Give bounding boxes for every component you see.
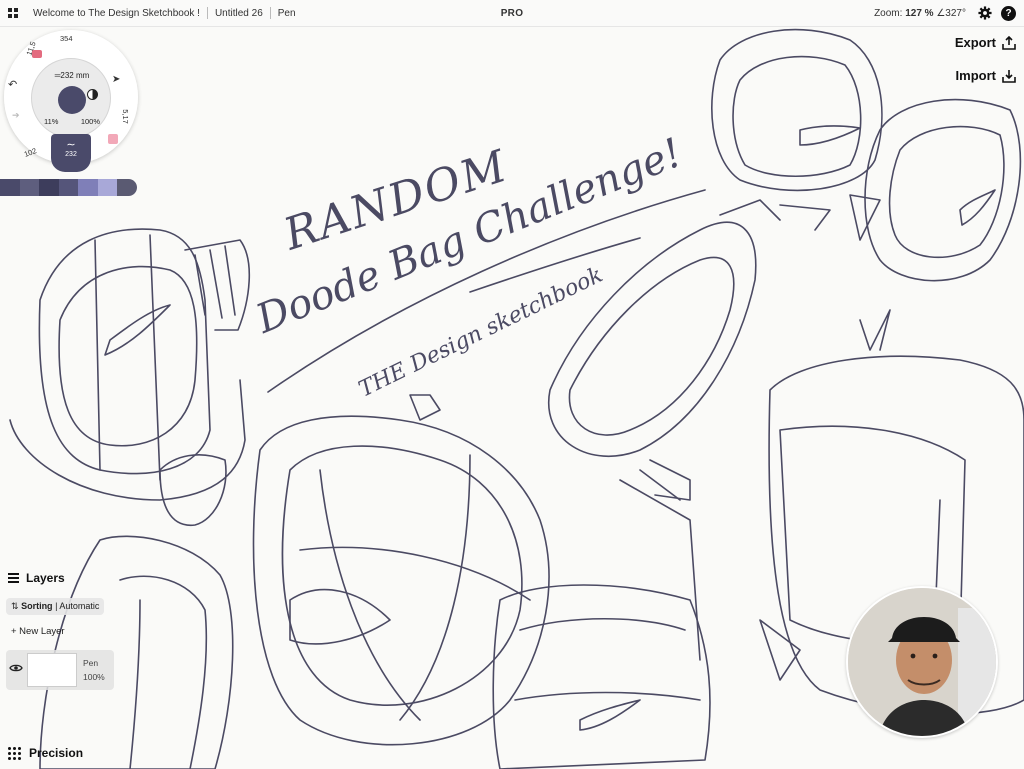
sorting-label: Sorting <box>21 601 53 611</box>
sorting-value: Automatic <box>59 601 100 611</box>
eraser-icon[interactable] <box>108 134 118 144</box>
layer-opacity: 100% <box>83 672 105 682</box>
precision-button[interactable]: Precision <box>8 746 83 760</box>
webcam-overlay <box>846 586 998 738</box>
grid-icon[interactable] <box>0 0 26 27</box>
new-layer-button[interactable]: + New Layer <box>11 626 65 637</box>
precision-label: Precision <box>29 746 84 760</box>
swatch[interactable] <box>78 179 98 196</box>
swatch[interactable] <box>97 179 118 196</box>
gear-icon[interactable] <box>978 6 992 20</box>
help-icon[interactable]: ? <box>1001 6 1016 21</box>
zoom-label: Zoom: <box>874 7 903 19</box>
brush-smoothing-value[interactable]: 100% <box>81 117 100 126</box>
export-icon <box>1002 35 1016 50</box>
layers-header[interactable]: Layers <box>8 571 65 585</box>
pro-badge[interactable]: PRO <box>501 8 524 19</box>
zoom-indicator[interactable]: Zoom: 127 % ∠327° <box>874 8 966 19</box>
active-brush-tab[interactable]: ∼ 232 <box>51 134 91 172</box>
import-icon <box>1002 69 1016 83</box>
contrast-icon[interactable] <box>87 89 98 100</box>
layer-item[interactable]: Pen 100% <box>6 650 114 690</box>
breadcrumb-gallery[interactable]: Welcome to The Design Sketchbook ! <box>26 8 207 19</box>
active-brush-value: 232 <box>65 151 77 158</box>
pen-stroke-icon: ∼ <box>66 139 76 151</box>
import-label: Import <box>955 68 996 83</box>
brush-color-dot[interactable] <box>58 86 86 114</box>
swatch[interactable] <box>0 179 20 196</box>
brush-opacity-value[interactable]: 11% <box>44 117 58 126</box>
dots-grid-icon <box>8 746 21 760</box>
color-swatches[interactable] <box>0 179 137 196</box>
layer-name: Pen <box>83 658 99 668</box>
swatch[interactable] <box>117 179 137 196</box>
undo-icon[interactable]: ↶ <box>8 78 17 91</box>
import-button[interactable]: Import <box>956 68 1016 83</box>
layer-sorting-toggle[interactable]: ⇅ Sorting | Automatic <box>6 598 105 615</box>
export-label: Export <box>954 35 996 50</box>
selection-cursor-icon[interactable]: ➤ <box>112 74 120 85</box>
brush-settings-center[interactable]: ═232 mm 11% 100% <box>31 58 111 138</box>
swatch[interactable] <box>19 179 40 196</box>
layers-title: Layers <box>26 571 65 585</box>
wheel-top-value[interactable]: 354 <box>60 34 73 43</box>
export-button[interactable]: Export <box>955 35 1016 50</box>
menu-icon <box>8 573 19 583</box>
wheel-right-value[interactable]: 5,17 <box>121 109 130 124</box>
top-bar: Welcome to The Design Sketchbook ! Untit… <box>0 0 1024 27</box>
rotation-value: ∠327° <box>936 7 966 19</box>
swatch[interactable] <box>58 179 79 196</box>
redo-icon[interactable]: ➔ <box>12 110 20 121</box>
tool-wheel[interactable]: 354 11,5 5,17 102 ↶ ➔ ➤ ═232 mm 11% 100%… <box>4 30 138 172</box>
eye-icon[interactable] <box>9 663 23 673</box>
layer-thumbnail[interactable] <box>27 653 77 687</box>
zoom-value: 127 % <box>905 7 934 19</box>
person-avatar <box>848 588 996 736</box>
breadcrumb-drawing[interactable]: Untitled 26 <box>208 8 270 19</box>
sort-icon: ⇅ <box>11 601 19 611</box>
breadcrumb-tool[interactable]: Pen <box>271 8 303 19</box>
brush-size-value[interactable]: ═232 mm <box>32 71 112 80</box>
marker-icon[interactable] <box>32 50 42 58</box>
swatch[interactable] <box>39 179 59 196</box>
